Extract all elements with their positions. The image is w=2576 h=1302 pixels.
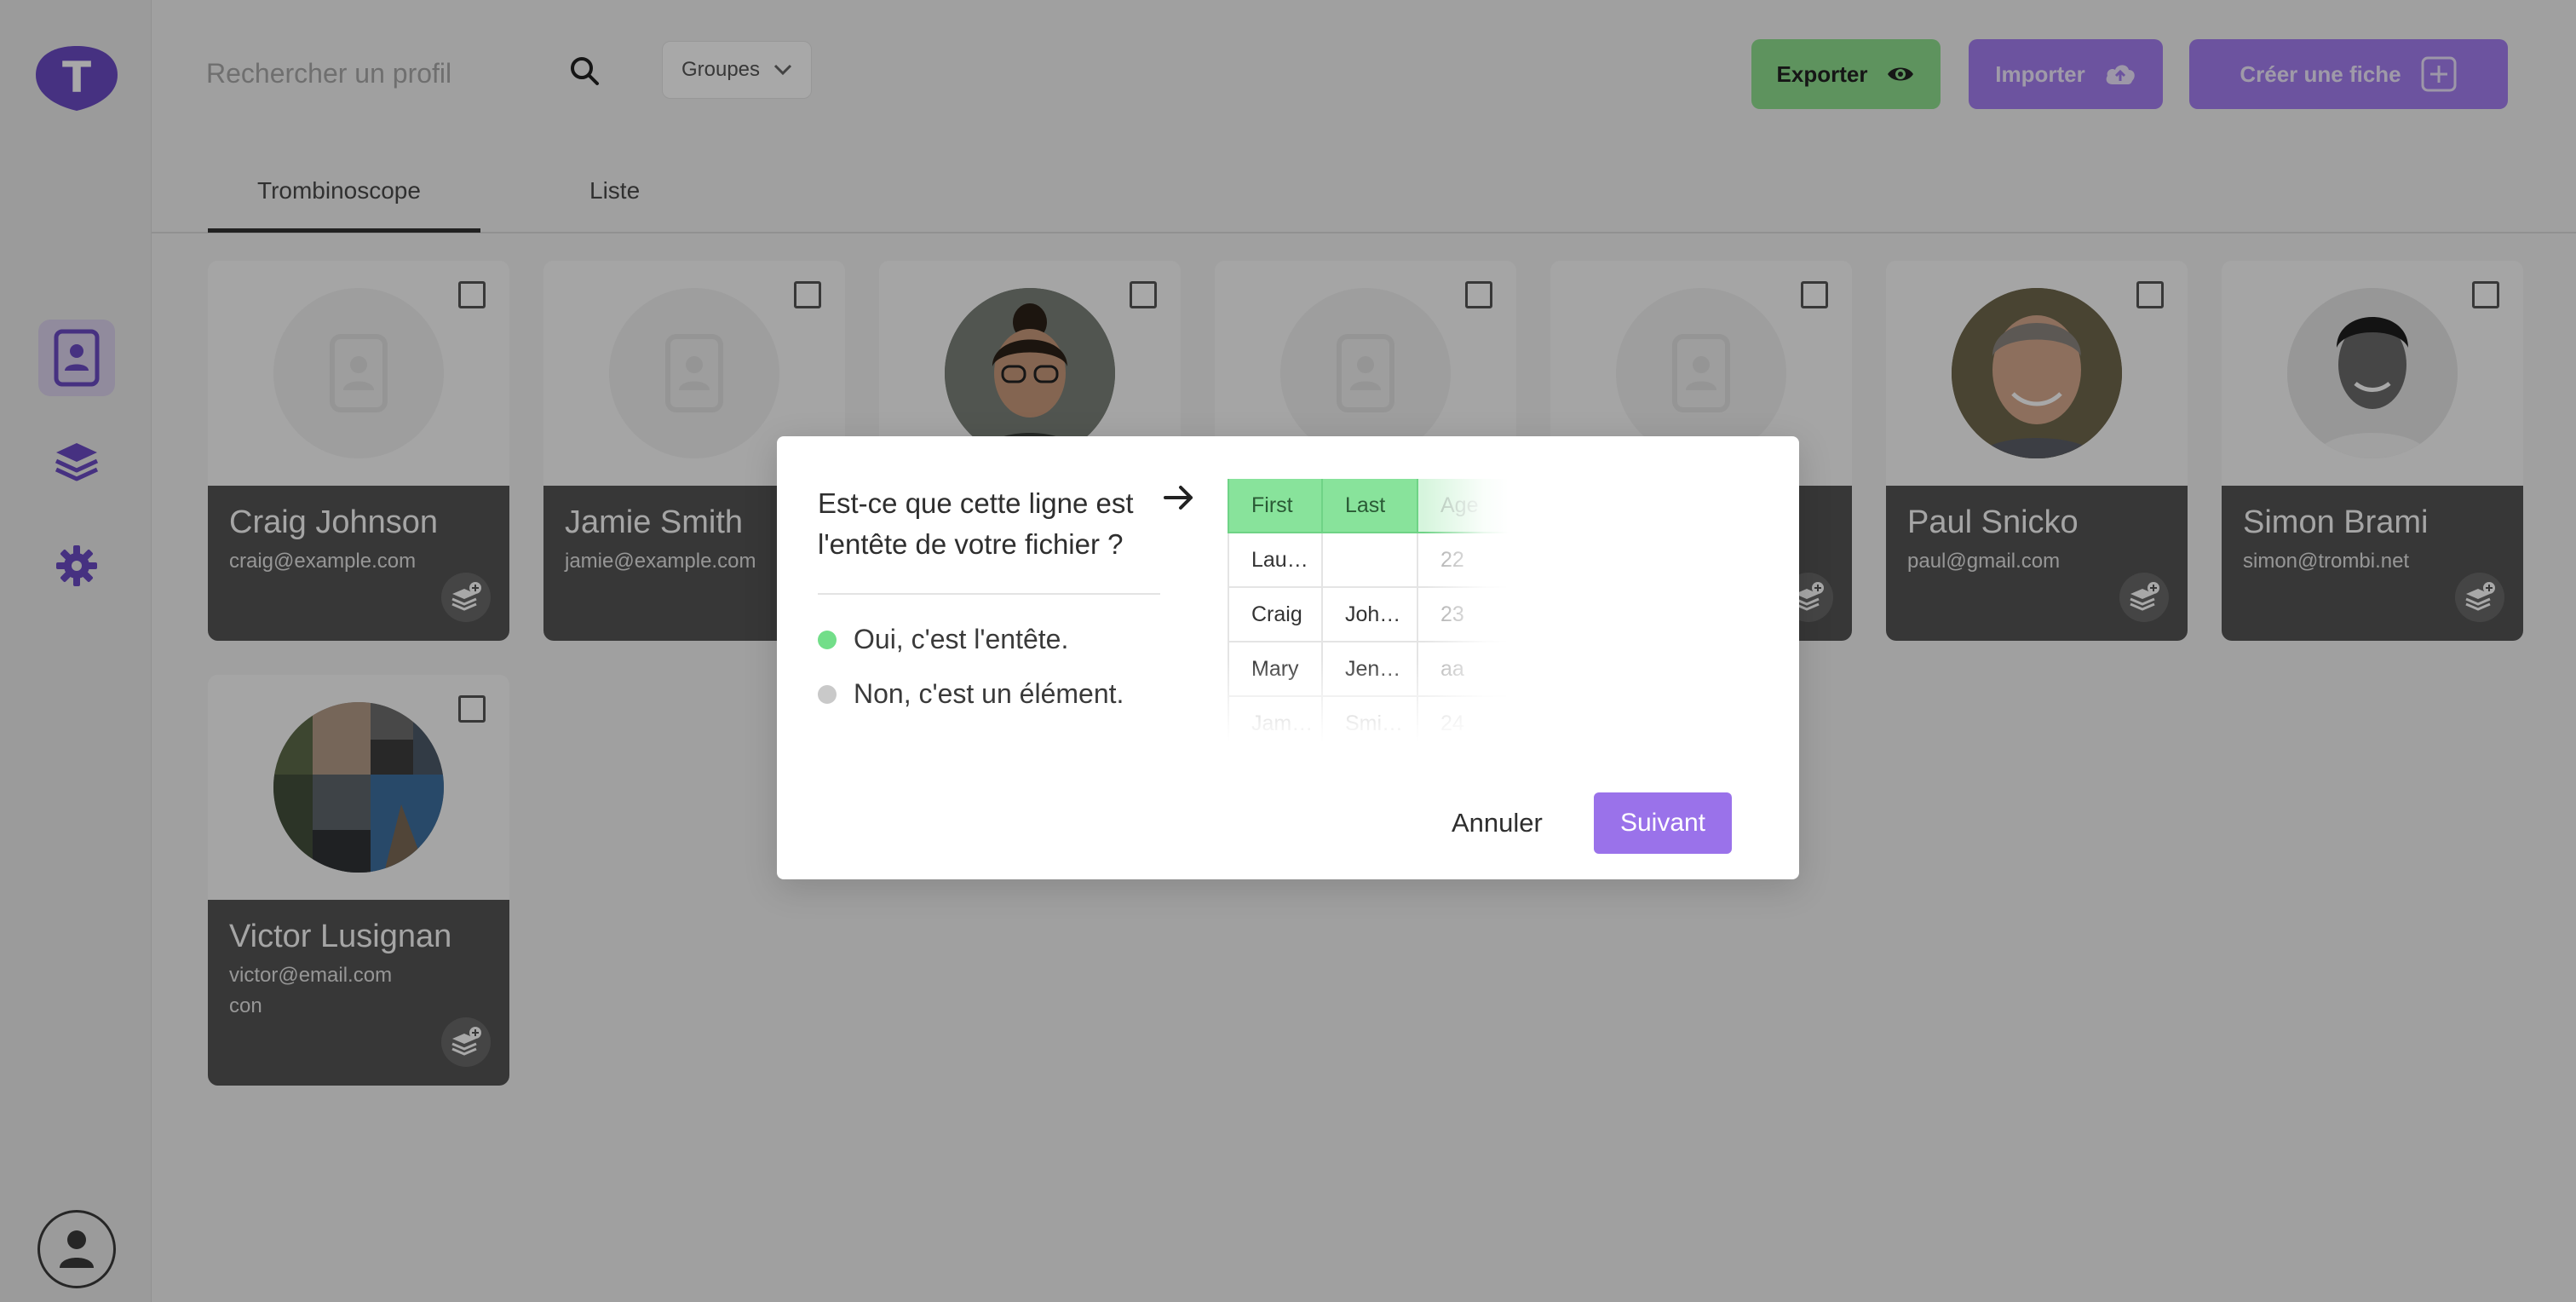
- preview-header-row: First Last Age: [1228, 479, 1509, 533]
- preview-cell: Lau…: [1228, 533, 1323, 588]
- preview-cell: Craig: [1228, 588, 1323, 642]
- dialog-divider: [818, 593, 1160, 595]
- option-no-label: Non, c'est un élément.: [854, 678, 1124, 709]
- preview-cell: Joh…: [1323, 588, 1418, 642]
- preview-cell: Jen…: [1323, 642, 1418, 697]
- preview-header-cell: First: [1228, 479, 1323, 533]
- header-row-dialog: Est-ce que cette ligne est l'entête de v…: [777, 436, 1799, 879]
- preview-cell: aa: [1418, 642, 1509, 697]
- option-yes-label: Oui, c'est l'entête.: [854, 624, 1069, 654]
- preview-cell: [1323, 533, 1418, 588]
- dialog-question: Est-ce que cette ligne est l'entête de v…: [818, 487, 1134, 560]
- preview-cell: 24: [1418, 697, 1509, 743]
- preview-cell: Jam…: [1228, 697, 1323, 743]
- preview-cell: 23: [1418, 588, 1509, 642]
- preview-cell: 22: [1418, 533, 1509, 588]
- cancel-button[interactable]: Annuler: [1452, 792, 1543, 854]
- preview-row: Jam… Smi… 24: [1228, 697, 1509, 743]
- arrow-right-icon: [1164, 486, 1193, 510]
- radio-selected-icon: [818, 630, 837, 649]
- preview-cell: Smi…: [1323, 697, 1418, 743]
- preview-header-cell: Age: [1418, 479, 1509, 533]
- preview-row: Craig Joh… 23: [1228, 588, 1509, 642]
- preview-row: Mary Jen… aa: [1228, 642, 1509, 697]
- option-yes-header[interactable]: Oui, c'est l'entête.: [818, 624, 1068, 655]
- preview-row: Lau… 22: [1228, 533, 1509, 588]
- preview-cell: Mary: [1228, 642, 1323, 697]
- file-preview-table: First Last Age Lau… 22 Craig Joh… 23 Mar…: [1228, 479, 1509, 743]
- preview-header-cell: Last: [1323, 479, 1418, 533]
- option-no-element[interactable]: Non, c'est un élément.: [818, 678, 1124, 710]
- next-button[interactable]: Suivant: [1594, 792, 1732, 854]
- radio-unselected-icon: [818, 684, 837, 704]
